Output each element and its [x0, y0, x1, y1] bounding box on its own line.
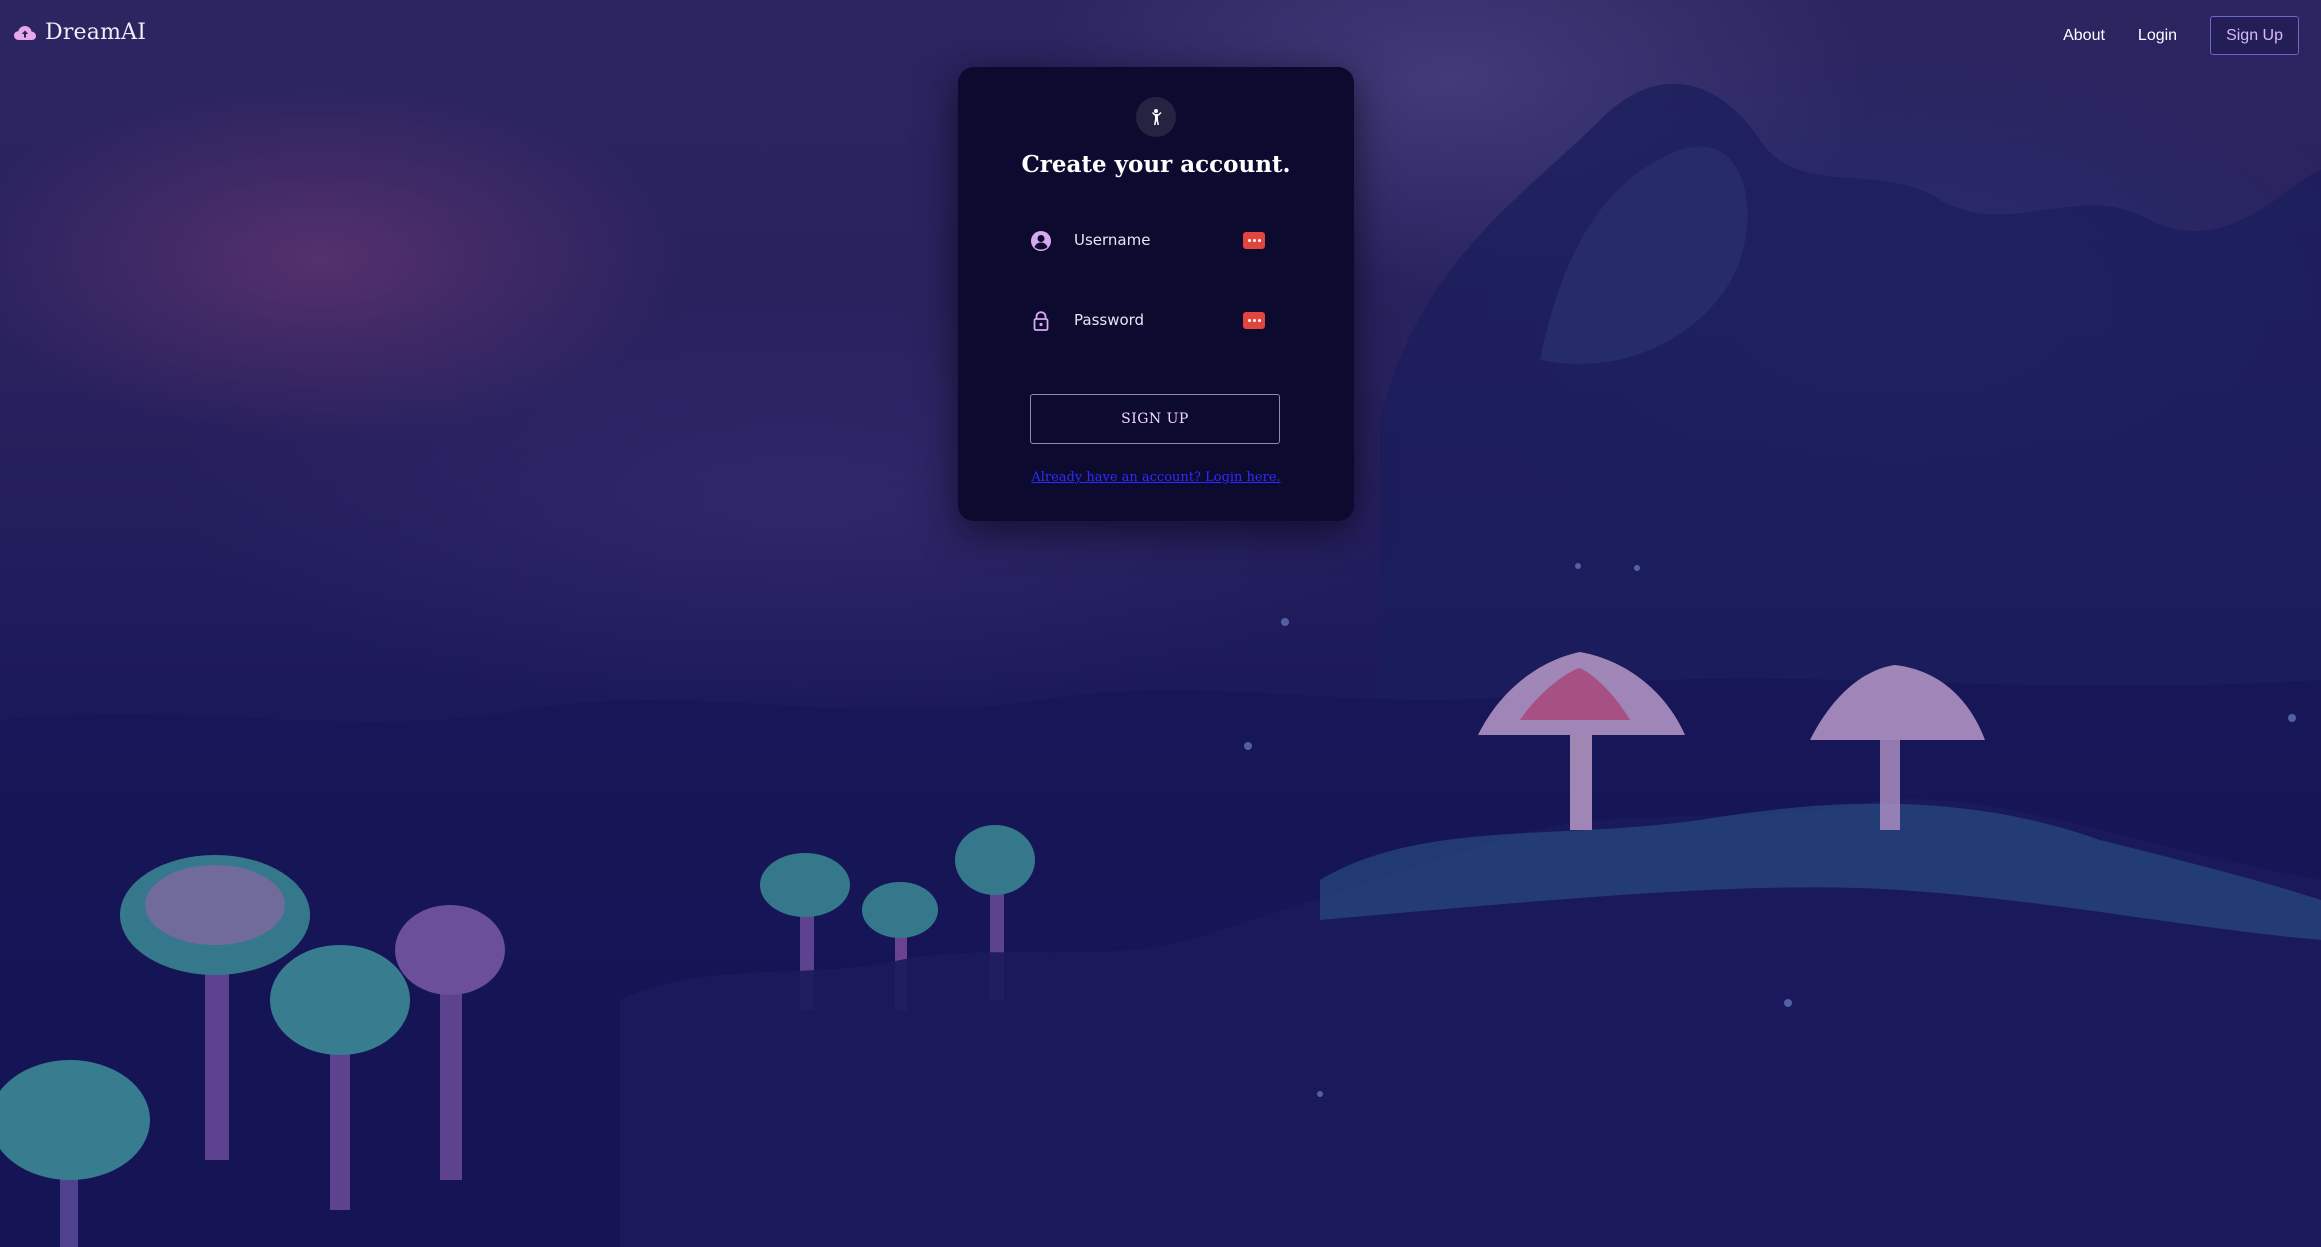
signup-button[interactable]: SIGN UP [1030, 394, 1280, 444]
person-waving-icon [1152, 109, 1162, 125]
password-field [1030, 300, 1280, 340]
lock-icon [1033, 311, 1049, 331]
brand-name: DreamAI [45, 20, 147, 45]
password-manager-icon[interactable] [1243, 232, 1265, 249]
card-badge [1136, 97, 1176, 137]
nav-login-link[interactable]: Login [2138, 27, 2177, 45]
signup-card: Create your account. SIGN UP Already hav… [958, 67, 1354, 521]
username-field [1030, 220, 1280, 260]
cloud-upload-icon [14, 25, 36, 40]
brand[interactable]: DreamAI [13, 20, 146, 45]
user-circle-icon [1031, 231, 1051, 251]
nav-signup-button[interactable]: Sign Up [2210, 16, 2299, 55]
top-nav: About Login Sign Up [2063, 16, 2299, 55]
login-link[interactable]: Already have an account? Login here. [958, 470, 1354, 485]
password-manager-icon[interactable] [1243, 312, 1265, 329]
page-title: Create your account. [1021, 151, 1291, 178]
password-input[interactable] [1074, 300, 1234, 340]
nav-about-link[interactable]: About [2063, 27, 2105, 45]
username-input[interactable] [1074, 220, 1234, 260]
